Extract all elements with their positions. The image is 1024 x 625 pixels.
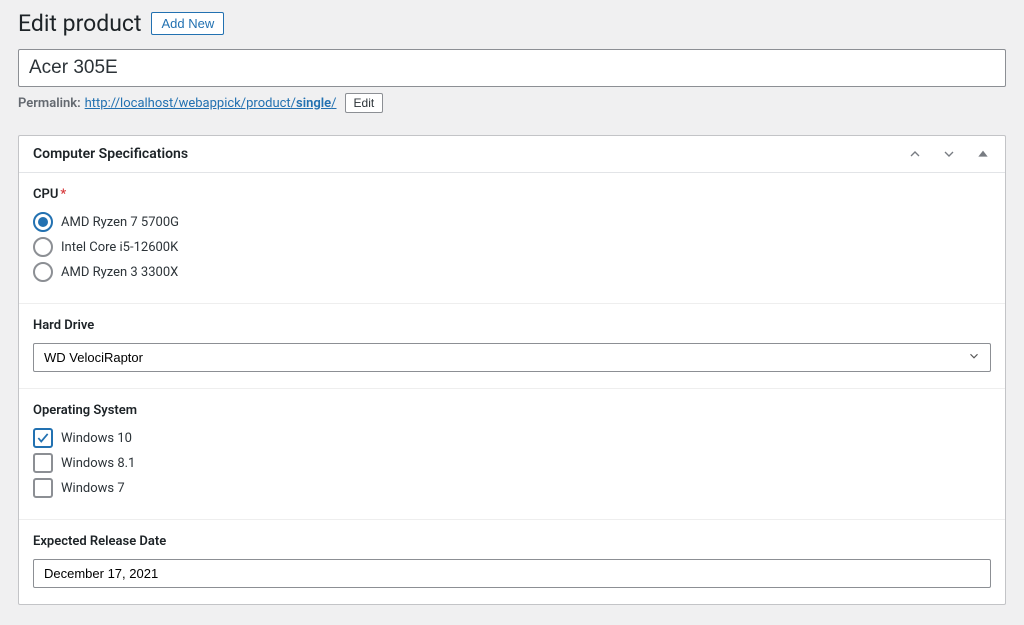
cpu-label-text: CPU [33, 187, 58, 202]
field-os: Operating System Windows 10 Windows 8.1 … [19, 389, 1005, 520]
add-new-button[interactable]: Add New [151, 12, 224, 35]
hard-drive-label: Hard Drive [33, 318, 991, 333]
metabox-actions [907, 146, 991, 162]
radio-icon [33, 262, 53, 282]
metabox-specs: Computer Specifications CPU* AMD Ryzen 7… [18, 135, 1006, 605]
checkbox-icon [33, 478, 53, 498]
os-option-1[interactable]: Windows 8.1 [33, 453, 991, 473]
radio-icon [33, 237, 53, 257]
chevron-down-icon[interactable] [941, 146, 957, 162]
checkbox-icon [33, 428, 53, 448]
os-option-0[interactable]: Windows 10 [33, 428, 991, 448]
cpu-option-label: AMD Ryzen 7 5700G [61, 215, 179, 230]
cpu-option-2[interactable]: AMD Ryzen 3 3300X [33, 262, 991, 282]
radio-icon [33, 212, 53, 232]
os-label: Operating System [33, 403, 991, 418]
caret-up-icon[interactable] [975, 146, 991, 162]
required-marker: * [60, 187, 66, 202]
product-title-input[interactable] [18, 49, 1006, 87]
page-header: Edit product Add New [18, 10, 1006, 37]
field-cpu: CPU* AMD Ryzen 7 5700G Intel Core i5-126… [19, 173, 1005, 304]
hard-drive-select[interactable]: WD VelociRaptor [33, 343, 991, 372]
title-row [18, 49, 1006, 87]
os-option-label: Windows 7 [61, 481, 125, 496]
permalink-url-suffix: / [331, 96, 336, 111]
permalink-link[interactable]: http://localhost/webappick/product/singl… [85, 96, 337, 111]
permalink-edit-button[interactable]: Edit [345, 93, 384, 113]
checkbox-icon [33, 453, 53, 473]
cpu-option-label: Intel Core i5-12600K [61, 240, 178, 255]
cpu-option-label: AMD Ryzen 3 3300X [61, 265, 178, 280]
metabox-title: Computer Specifications [33, 146, 188, 162]
permalink-label: Permalink: [18, 96, 81, 111]
permalink-slug: single [296, 96, 331, 111]
release-date-label: Expected Release Date [33, 534, 991, 549]
permalink-row: Permalink: http://localhost/webappick/pr… [18, 93, 1006, 113]
cpu-option-0[interactable]: AMD Ryzen 7 5700G [33, 212, 991, 232]
permalink-url-prefix: http://localhost/webappick/product/ [85, 96, 296, 111]
os-option-2[interactable]: Windows 7 [33, 478, 991, 498]
cpu-label: CPU* [33, 187, 991, 202]
cpu-option-1[interactable]: Intel Core i5-12600K [33, 237, 991, 257]
page-title: Edit product [18, 10, 141, 37]
release-date-input[interactable] [33, 559, 991, 588]
field-release-date: Expected Release Date [19, 520, 1005, 604]
chevron-up-icon[interactable] [907, 146, 923, 162]
field-hard-drive: Hard Drive WD VelociRaptor [19, 304, 1005, 389]
os-option-label: Windows 10 [61, 431, 132, 446]
metabox-header: Computer Specifications [19, 136, 1005, 173]
hard-drive-select-display[interactable]: WD VelociRaptor [33, 343, 991, 372]
os-option-label: Windows 8.1 [61, 456, 135, 471]
